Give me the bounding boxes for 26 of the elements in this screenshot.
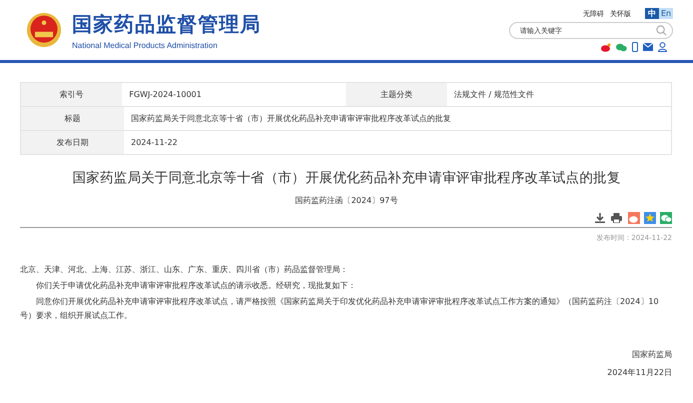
paragraph: 北京、天津、河北、上海、江苏、浙江、山东、广东、重庆、四川省（市）药品监督管理局： — [20, 264, 349, 276]
table-label-cell: 主题分类 — [346, 83, 448, 106]
download-icon[interactable] — [595, 213, 605, 223]
paragraph: 同意你们开展优化药品补充申请审评审批程序改革试点，请严格按照《国家药监局关于印发优化药品补充申请审评审批程序改革试点工作方案的通知》（国药监药注〔2024〕10号）要求，组织开展试点工作。 — [20, 296, 660, 322]
table-value-cell-text: FGWJ-2024-10001 — [128, 89, 202, 101]
paragraph: 你们关于申请优化药品补充申请审评审批程序改革试点的请示收悉。经研究，现批复如下： — [35, 280, 357, 292]
site-subtitle: National Medical Products Administration — [72, 40, 218, 50]
signature: 国家药监局 — [632, 349, 672, 360]
table-value-cell-text: 2024-11-22 — [130, 137, 178, 149]
table-value-cell-text: 法规文件 / 规范性文件 — [453, 89, 535, 101]
star-icon[interactable] — [644, 212, 656, 224]
table-label-cell: 索引号 — [21, 83, 122, 106]
print-icon[interactable] — [611, 213, 622, 223]
table-label-cell: 发布日期 — [21, 131, 124, 154]
table-label-cell: 标题 — [21, 107, 124, 130]
site-title: 国家药品监督管理局 — [72, 10, 261, 38]
emblem-icon — [26, 12, 62, 48]
language-tab[interactable]: 中 — [645, 8, 659, 19]
mail-icon[interactable] — [643, 43, 653, 51]
signature-date: 2024年11月22日 — [607, 367, 672, 378]
phone-icon[interactable] — [632, 42, 638, 52]
article-title: 国家药监局关于同意北京等十省（市）开展优化药品补充申请审评审批程序改革试点的批复 — [71, 169, 622, 187]
user-icon[interactable] — [658, 42, 667, 52]
table-value-cell-text: 国家药监局关于同意北京等十省（市）开展优化药品补充申请审评审批程序改革试点的批复 — [130, 113, 452, 125]
document-number: 国药监药注函〔2024〕97号 — [294, 195, 399, 206]
language-tab[interactable]: En — [659, 8, 673, 19]
